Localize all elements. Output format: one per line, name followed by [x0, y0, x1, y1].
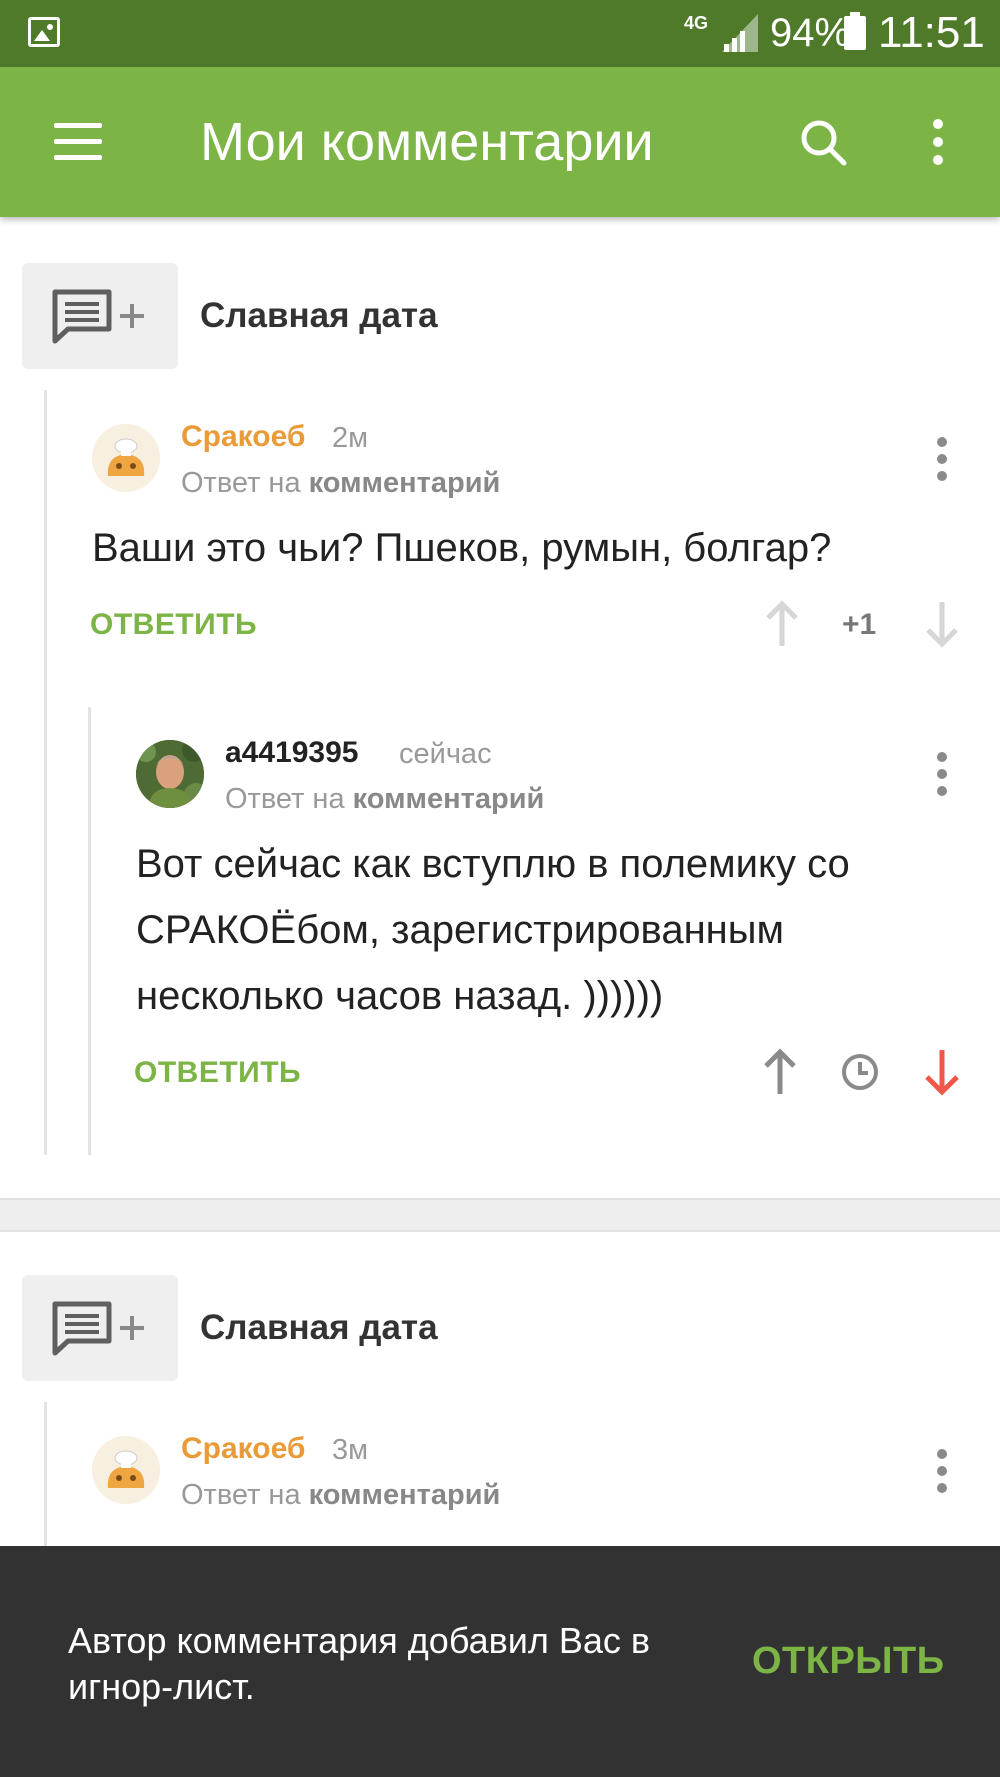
comment-text: Ваши это чьи? Пшеков, румын, болгар? [92, 526, 832, 570]
reply-prefix: Ответ на [181, 1479, 301, 1511]
snackbar: Автор комментария добавил Вас в игнор-ли… [0, 1546, 1000, 1777]
reply-to-line: Ответ на комментарий [181, 1477, 500, 1513]
reply-prefix: Ответ на [225, 783, 345, 815]
status-bar: 4G 94% 11:51 [0, 0, 1000, 67]
avatar[interactable] [136, 740, 204, 808]
author-name[interactable]: Сракоеб [181, 419, 305, 455]
clock-icon [842, 1054, 878, 1090]
upvote-icon[interactable] [762, 1048, 798, 1096]
snackbar-open-button[interactable]: ОТКРЫТЬ [752, 1638, 945, 1684]
reply-button[interactable]: ОТВЕТИТЬ [90, 607, 257, 643]
snackbar-message: Автор комментария добавил Вас в игнор-ли… [68, 1620, 651, 1707]
thread-line [44, 1402, 47, 1552]
comment-text: Вот сейчас как вступлю в полемику со СРА… [136, 842, 850, 1018]
section-divider [0, 1198, 1000, 1232]
comment-more-icon[interactable] [932, 1449, 952, 1493]
comment-more-icon[interactable] [932, 437, 952, 481]
author-name[interactable]: a4419395 [225, 735, 358, 771]
downvote-icon[interactable] [924, 600, 960, 648]
avatar[interactable] [92, 1436, 160, 1504]
battery-icon [844, 12, 866, 50]
reply-target-link[interactable]: комментарий [309, 1479, 501, 1511]
battery-percent: 94% [770, 11, 851, 55]
nested-thread-line [88, 707, 91, 1155]
reply-to-line: Ответ на комментарий [225, 781, 544, 817]
network-type: 4G [684, 13, 709, 33]
comment-time: сейчас [399, 738, 492, 770]
clock: 11:51 [878, 8, 985, 57]
reply-target-link[interactable]: комментарий [309, 467, 501, 499]
comment-add-icon [52, 289, 144, 344]
author-name[interactable]: Сракоеб [181, 1431, 305, 1467]
upvote-icon[interactable] [764, 600, 800, 648]
avatar[interactable] [92, 424, 160, 492]
downvote-icon[interactable] [922, 1048, 962, 1096]
add-comment-button[interactable] [22, 263, 178, 369]
hamburger-menu-icon[interactable] [54, 123, 102, 161]
post-title[interactable]: Славная дата [200, 295, 438, 337]
post-header: Славная дата [22, 1275, 978, 1381]
search-icon[interactable] [798, 117, 848, 167]
comment-add-icon [52, 1301, 144, 1356]
more-vert-icon[interactable] [928, 117, 948, 167]
reply-button[interactable]: ОТВЕТИТЬ [134, 1055, 301, 1091]
signal-icon [722, 14, 758, 52]
gallery-notification-icon [28, 17, 60, 47]
post-title[interactable]: Славная дата [200, 1307, 438, 1349]
reply-to-line: Ответ на комментарий [181, 465, 500, 501]
reply-target-link[interactable]: комментарий [353, 783, 545, 815]
comment-time: 3м [332, 1434, 369, 1466]
comment-more-icon[interactable] [932, 752, 952, 796]
thread-line [44, 390, 47, 1155]
post-header: Славная дата [22, 263, 978, 369]
add-comment-button[interactable] [22, 1275, 178, 1381]
comment-time: 2м [332, 422, 369, 454]
page-title: Мои комментарии [200, 112, 654, 172]
reply-prefix: Ответ на [181, 467, 301, 499]
comment-score: +1 [842, 608, 877, 641]
app-bar: Мои комментарии [0, 67, 1000, 217]
